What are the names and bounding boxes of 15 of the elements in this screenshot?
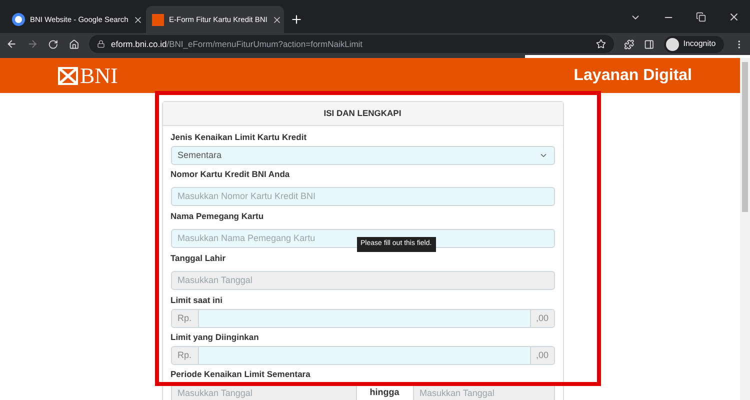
- field-label: Periode Kenaikan Limit Sementara: [170, 369, 312, 380]
- field-label: Tanggal Lahir: [170, 253, 227, 264]
- card-title: ISI DAN LENGKAPI: [162, 102, 562, 126]
- site-title: Layanan Digital: [574, 66, 692, 86]
- url-text: eform.bni.co.id/BNI_eForm/menuFiturUmum?action=formNaikLimit: [111, 38, 364, 50]
- currency-prefix: Rp.: [172, 310, 199, 327]
- decimal-suffix: ,00: [530, 310, 554, 327]
- field-label: Jenis Kenaikan Limit Kartu Kredit: [170, 132, 308, 143]
- field-label: Limit yang Diinginkan: [170, 332, 260, 343]
- field-label: Nama Pemegang Kartu: [170, 211, 265, 222]
- field-label: Limit saat ini: [170, 295, 224, 306]
- field-label: Nomor Kartu Kredit BNI Anda: [170, 169, 291, 180]
- decimal-suffix: ,00: [530, 347, 554, 364]
- range-separator: hingga: [368, 386, 400, 399]
- currency-prefix: Rp.: [172, 347, 199, 364]
